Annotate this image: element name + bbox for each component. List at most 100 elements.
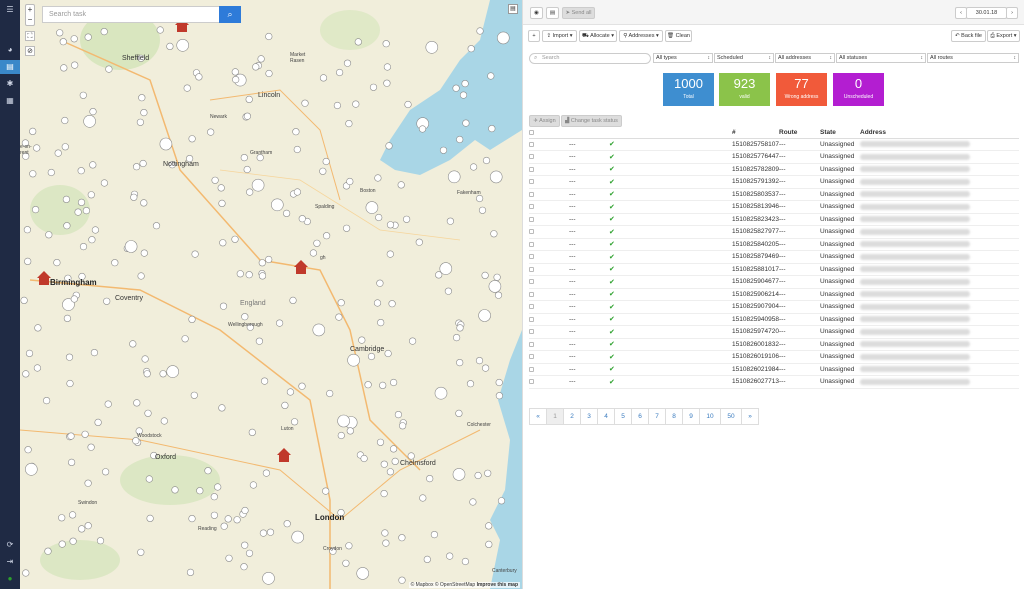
task-marker[interactable] [188, 135, 196, 143]
task-marker[interactable] [496, 31, 510, 45]
row-select[interactable] [529, 150, 569, 164]
task-marker[interactable] [94, 418, 102, 427]
task-marker[interactable] [83, 115, 96, 128]
task-marker[interactable] [444, 287, 453, 295]
task-marker[interactable] [376, 279, 384, 287]
task-marker[interactable] [218, 404, 226, 412]
task-marker[interactable] [398, 534, 406, 542]
task-marker[interactable] [176, 38, 189, 52]
task-marker[interactable] [207, 128, 215, 136]
menu-icon[interactable]: ☰ [3, 3, 17, 17]
task-marker[interactable] [466, 380, 475, 388]
row-id[interactable]: 1510826027713 [732, 375, 779, 389]
row-select[interactable] [529, 138, 569, 151]
task-marker[interactable] [233, 516, 241, 524]
task-marker[interactable] [241, 541, 249, 549]
task-marker[interactable] [130, 193, 138, 201]
page-button[interactable]: 8 [665, 408, 683, 425]
row-checkbox[interactable] [529, 241, 534, 247]
task-marker[interactable] [266, 528, 275, 536]
task-marker[interactable] [25, 349, 34, 358]
task-marker[interactable] [218, 199, 226, 207]
task-marker[interactable] [166, 365, 179, 378]
task-marker[interactable] [87, 191, 95, 199]
task-marker[interactable] [322, 487, 330, 495]
task-marker[interactable] [390, 445, 398, 453]
task-marker[interactable] [77, 198, 86, 206]
row-checkbox[interactable] [529, 354, 534, 360]
row-id[interactable]: 1510825758107 [732, 138, 779, 151]
task-marker[interactable] [232, 75, 240, 84]
task-marker[interactable] [495, 392, 504, 400]
task-marker[interactable] [139, 159, 147, 168]
assign-button[interactable]: ✈ Assign [529, 115, 560, 127]
task-marker[interactable] [386, 221, 395, 229]
task-marker[interactable] [265, 255, 273, 264]
task-marker[interactable] [265, 69, 273, 78]
row-select[interactable] [529, 325, 569, 339]
addresses-select[interactable]: All addresses [775, 53, 835, 63]
task-marker[interactable] [425, 40, 439, 54]
task-marker[interactable] [81, 430, 89, 438]
task-marker[interactable] [286, 388, 295, 396]
settings-icon[interactable]: ✱ [3, 77, 17, 91]
task-marker[interactable] [54, 149, 62, 157]
task-marker[interactable] [58, 540, 66, 548]
task-marker[interactable] [160, 417, 168, 425]
task-marker[interactable] [343, 224, 351, 232]
task-marker[interactable] [467, 45, 475, 53]
row-id[interactable]: 1510825803537 [732, 188, 779, 201]
task-marker[interactable] [241, 506, 249, 515]
task-marker[interactable] [430, 530, 439, 539]
scheduled-select[interactable]: Scheduled [714, 53, 774, 63]
task-marker[interactable] [87, 443, 95, 451]
task-marker[interactable] [100, 28, 108, 36]
task-marker[interactable] [489, 170, 503, 184]
task-marker[interactable] [84, 522, 92, 530]
task-marker[interactable] [456, 324, 464, 332]
change-status-button[interactable]: ▟ Change task status [561, 115, 622, 127]
row-select[interactable] [529, 188, 569, 201]
task-marker[interactable] [383, 79, 391, 87]
page-button[interactable]: 5 [614, 408, 632, 425]
task-marker[interactable] [309, 249, 318, 257]
task-marker[interactable] [333, 101, 342, 110]
task-marker[interactable] [171, 486, 179, 494]
task-marker[interactable] [493, 273, 501, 281]
row-checkbox[interactable] [529, 279, 534, 285]
task-marker[interactable] [335, 313, 343, 321]
task-marker[interactable] [345, 119, 353, 128]
map-view[interactable]: Sheffield Lincoln Nottingham Birmingham … [20, 0, 522, 589]
task-marker[interactable] [34, 324, 42, 332]
task-marker[interactable] [281, 401, 289, 410]
task-marker[interactable] [181, 335, 189, 343]
task-marker[interactable] [313, 239, 321, 247]
zoom-out-button[interactable]: − [26, 15, 34, 25]
task-marker[interactable] [476, 27, 484, 35]
task-marker[interactable] [497, 497, 506, 505]
page-button[interactable]: 1 [546, 408, 564, 425]
task-marker[interactable] [152, 222, 161, 230]
task-marker[interactable] [111, 259, 119, 267]
task-marker[interactable] [219, 239, 227, 247]
task-marker[interactable] [419, 494, 427, 502]
task-marker[interactable] [312, 323, 326, 337]
task-marker[interactable] [485, 522, 493, 530]
row-id[interactable]: 1510825907904 [732, 300, 779, 314]
stat-unscheduled[interactable]: 0 Unscheduled [833, 73, 884, 106]
row-checkbox[interactable] [529, 216, 534, 222]
task-marker[interactable] [217, 184, 225, 192]
select-all-header[interactable] [529, 128, 569, 139]
row-id[interactable]: 1510825881017 [732, 263, 779, 276]
task-marker[interactable] [156, 26, 164, 34]
next-date-button[interactable]: › [1006, 7, 1018, 19]
col-state[interactable]: State [820, 128, 860, 139]
task-marker[interactable] [25, 462, 38, 476]
row-id[interactable]: 1510825813946 [732, 200, 779, 214]
task-marker[interactable] [44, 547, 52, 555]
row-id[interactable]: 1510826021984 [732, 363, 779, 376]
depot-marker[interactable] [277, 448, 291, 462]
task-marker[interactable] [159, 370, 167, 378]
task-marker[interactable] [388, 300, 396, 308]
table-row[interactable]: --- ✔ 1510825813946 --- Unassigned [529, 200, 1019, 214]
